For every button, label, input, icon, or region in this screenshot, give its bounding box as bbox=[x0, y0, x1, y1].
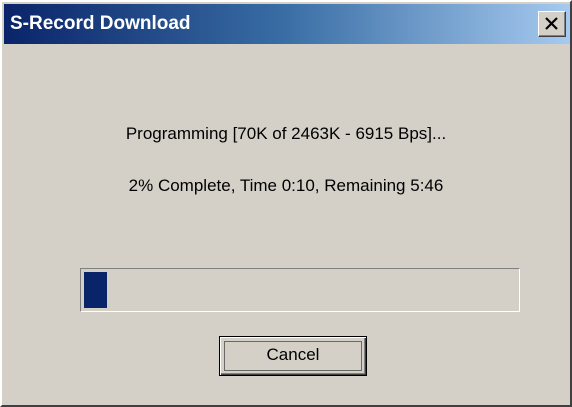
download-dialog: S-Record Download Programming [70K of 24… bbox=[0, 0, 572, 407]
transfer-status-text: Programming [70K of 2463K - 6915 Bps]... bbox=[125, 124, 447, 143]
close-button[interactable] bbox=[538, 11, 566, 37]
cancel-button[interactable]: Cancel bbox=[219, 336, 367, 376]
window-title: S-Record Download bbox=[10, 13, 191, 34]
progress-bar-fill bbox=[84, 272, 107, 308]
title-bar[interactable]: S-Record Download bbox=[4, 4, 570, 44]
cancel-button-label: Cancel bbox=[266, 345, 320, 364]
progress-summary-text: 2% Complete, Time 0:10, Remaining 5:46 bbox=[128, 176, 444, 195]
close-icon bbox=[545, 17, 558, 30]
progress-bar bbox=[80, 268, 520, 312]
